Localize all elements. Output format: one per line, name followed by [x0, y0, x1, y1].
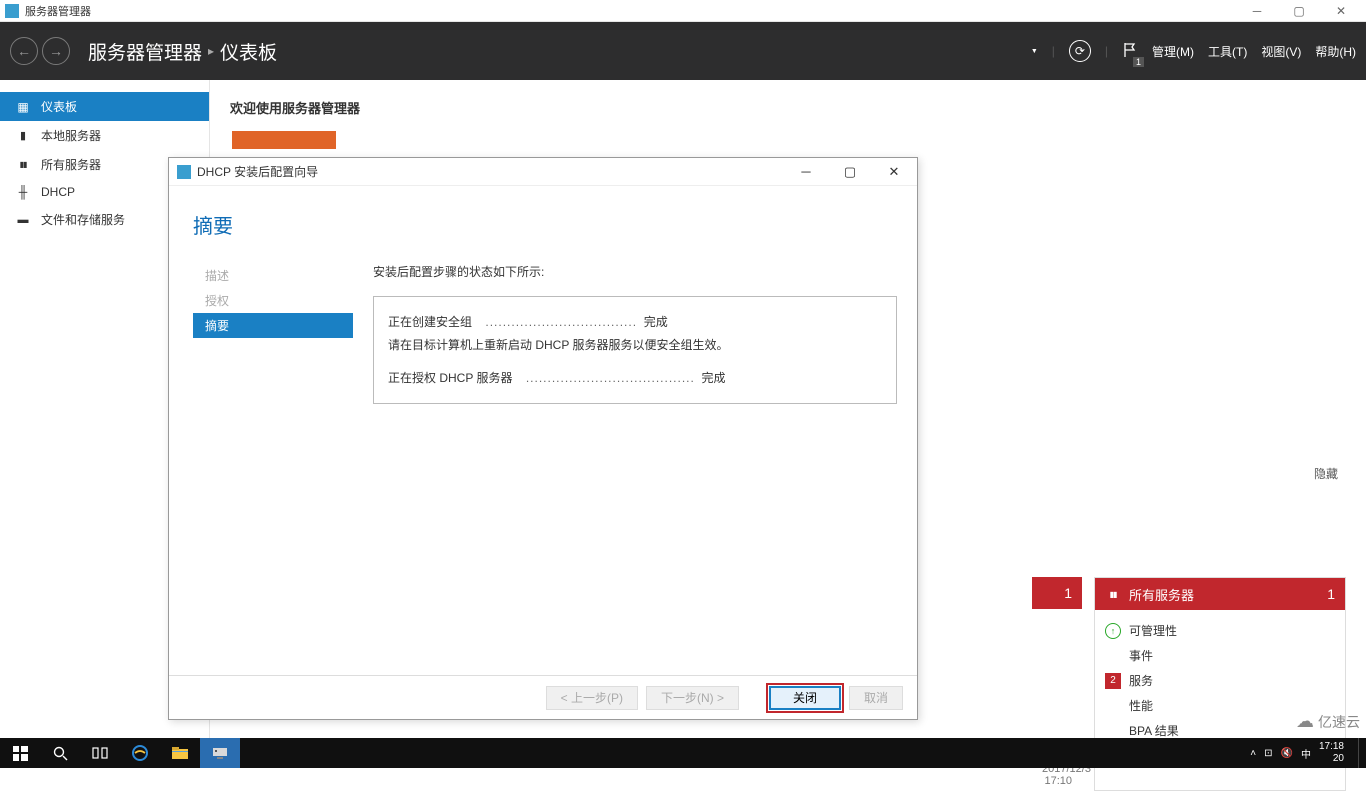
- sidebar-item-label: 本地服务器: [41, 127, 101, 144]
- result-line: 正在授权 DHCP 服务器 ..........................…: [388, 367, 882, 390]
- taskbar-ie-icon[interactable]: [120, 738, 160, 768]
- welcome-heading: 欢迎使用服务器管理器: [230, 98, 1346, 117]
- sidebar-item-label: DHCP: [41, 185, 75, 199]
- breadcrumb-current: 仪表板: [220, 38, 277, 65]
- tile-row-label: 性能: [1129, 697, 1153, 714]
- dhcp-wizard-dialog: DHCP 安装后配置向导 ─ ▢ ✕ 摘要 描述 授权 摘要 安装后配置步骤的状…: [168, 157, 918, 720]
- app-icon: [5, 4, 19, 18]
- next-button: 下一步(N) >: [646, 686, 739, 710]
- start-button[interactable]: [0, 738, 40, 768]
- tile-row-events[interactable]: 事件: [1105, 643, 1335, 668]
- tile-count: 1: [1327, 586, 1335, 602]
- nav-back-button[interactable]: ←: [10, 37, 38, 65]
- dialog-icon: [177, 165, 191, 179]
- search-button[interactable]: [40, 738, 80, 768]
- menu-view[interactable]: 视图(V): [1261, 43, 1301, 60]
- maximize-button[interactable]: ▢: [1287, 2, 1311, 20]
- tile-row-label: 服务: [1129, 672, 1153, 689]
- server-icon: [15, 129, 31, 143]
- dropdown-icon[interactable]: ▼: [1031, 48, 1038, 55]
- separator: |: [1105, 44, 1108, 58]
- all-servers-icon: [15, 158, 31, 172]
- window-title: 服务器管理器: [25, 3, 91, 19]
- wizard-steps: 描述 授权 摘要: [193, 263, 353, 675]
- chevron-right-icon: ▸: [208, 44, 214, 58]
- alert-badge: 2: [1105, 673, 1121, 689]
- tray-ime[interactable]: 中: [1301, 746, 1311, 761]
- tile-count: 1: [1064, 585, 1072, 601]
- tile-row-label: BPA 结果: [1129, 722, 1179, 739]
- notification-count: 1: [1133, 57, 1144, 67]
- taskbar: ˄ ⊡ 🔇 中 17:18 20: [0, 738, 1366, 768]
- cancel-button: 取消: [849, 686, 903, 710]
- status-up-icon: ↑: [1105, 623, 1121, 639]
- results-box: 正在创建安全组 ................................…: [373, 296, 897, 404]
- previous-button: < 上一步(P): [546, 686, 638, 710]
- tile-row-services[interactable]: 2 服务: [1105, 668, 1335, 693]
- tile-title: 所有服务器: [1129, 585, 1194, 604]
- separator: |: [1052, 44, 1055, 58]
- sidebar-item-local-server[interactable]: 本地服务器: [0, 121, 209, 150]
- wizard-step-description[interactable]: 描述: [193, 263, 353, 288]
- dhcp-icon: [15, 185, 31, 199]
- tile-row-label: 事件: [1129, 647, 1153, 664]
- show-desktop-button[interactable]: [1358, 738, 1362, 768]
- dialog-maximize-button[interactable]: ▢: [835, 162, 865, 182]
- dialog-intro: 安装后配置步骤的状态如下所示:: [373, 263, 897, 280]
- taskbar-explorer-icon[interactable]: [160, 738, 200, 768]
- dialog-heading: 摘要: [193, 210, 897, 239]
- close-wizard-button[interactable]: 关闭: [769, 686, 841, 710]
- wizard-step-summary[interactable]: 摘要: [193, 313, 353, 338]
- folder-icon: [15, 213, 31, 227]
- close-button[interactable]: ✕: [1329, 2, 1353, 20]
- dashboard-icon: [15, 100, 31, 114]
- tray-up-icon[interactable]: ˄: [1250, 748, 1256, 759]
- taskbar-clock[interactable]: 17:18 20: [1319, 741, 1350, 765]
- all-servers-icon: [1105, 587, 1121, 601]
- tile-row-manageability[interactable]: ↑ 可管理性: [1105, 618, 1335, 643]
- sidebar-item-label: 所有服务器: [41, 156, 101, 173]
- watermark: ☁ 亿速云: [1296, 711, 1360, 732]
- dialog-close-button[interactable]: ✕: [879, 162, 909, 182]
- minimize-button[interactable]: ─: [1245, 2, 1269, 20]
- dialog-title-bar[interactable]: DHCP 安装后配置向导 ─ ▢ ✕: [169, 158, 917, 186]
- menu-help[interactable]: 帮助(H): [1315, 43, 1356, 60]
- wizard-step-authorize[interactable]: 授权: [193, 288, 353, 313]
- tray-volume-icon[interactable]: 🔇: [1281, 748, 1293, 759]
- sidebar-item-dashboard[interactable]: 仪表板: [0, 92, 209, 121]
- cloud-icon: ☁: [1296, 711, 1314, 732]
- tray-network-icon[interactable]: ⊡: [1264, 748, 1272, 759]
- breadcrumb-root[interactable]: 服务器管理器: [88, 38, 202, 65]
- window-title-bar: 服务器管理器 ─ ▢ ✕: [0, 0, 1366, 22]
- refresh-button[interactable]: ⟳: [1069, 40, 1091, 62]
- task-view-button[interactable]: [80, 738, 120, 768]
- taskbar-server-manager-icon[interactable]: [200, 738, 240, 768]
- tile-row-label: 可管理性: [1129, 622, 1177, 639]
- quick-start-tile[interactable]: [232, 131, 336, 149]
- tile-header: 所有服务器 1: [1095, 578, 1345, 610]
- tile-header-partial: 1: [1032, 577, 1082, 609]
- menu-manage[interactable]: 管理(M): [1152, 43, 1194, 60]
- result-line: 正在创建安全组 ................................…: [388, 311, 882, 334]
- sidebar-item-label: 仪表板: [41, 98, 77, 115]
- hide-link[interactable]: 隐藏: [1314, 465, 1338, 482]
- breadcrumb: 服务器管理器 ▸ 仪表板: [88, 38, 277, 65]
- dialog-footer: < 上一步(P) 下一步(N) > 关闭 取消: [169, 675, 917, 719]
- result-line: 请在目标计算机上重新启动 DHCP 服务器服务以便安全组生效。: [388, 334, 882, 357]
- sidebar-item-label: 文件和存储服务: [41, 211, 125, 228]
- app-header: ← → 服务器管理器 ▸ 仪表板 ▼ | ⟳ | 1 管理(M) 工具(T) 视…: [0, 22, 1366, 80]
- menu-tools[interactable]: 工具(T): [1208, 43, 1247, 60]
- dialog-title: DHCP 安装后配置向导: [197, 163, 318, 180]
- notifications-flag-icon[interactable]: 1: [1122, 42, 1138, 61]
- nav-forward-button[interactable]: →: [42, 37, 70, 65]
- dialog-minimize-button[interactable]: ─: [791, 162, 821, 182]
